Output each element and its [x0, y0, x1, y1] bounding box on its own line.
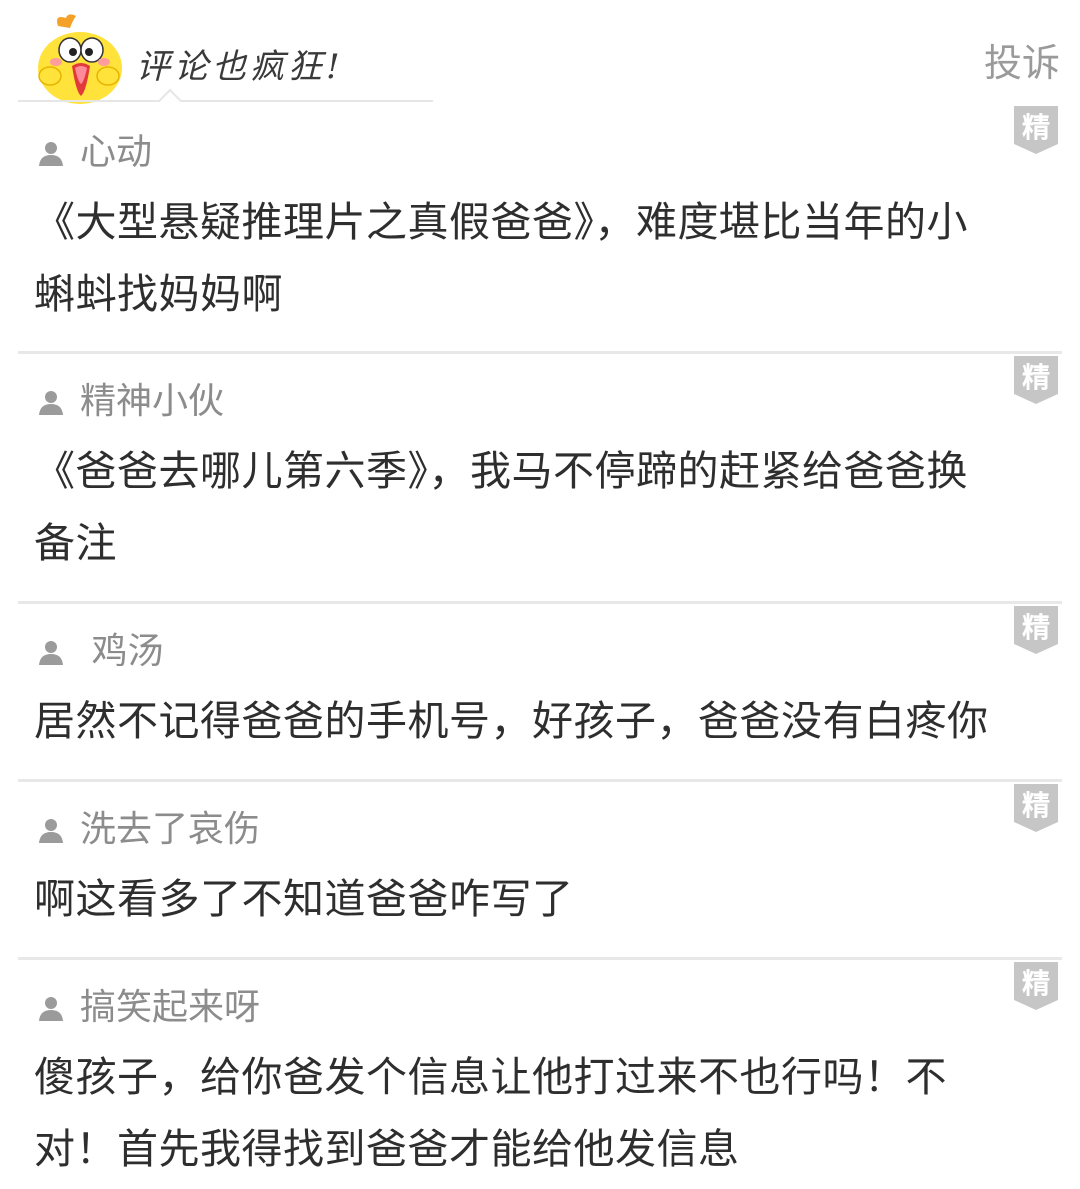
comment-item: 精 鸡汤 居然不记得爸爸的手机号，好孩子，爸爸没有白疼你: [0, 604, 1080, 782]
comment-item: 精 洗去了哀伤 啊这看多了不知道爸爸咋写了: [0, 782, 1080, 960]
author-name[interactable]: 洗去了哀伤: [80, 807, 260, 853]
author-name[interactable]: 心动: [80, 130, 152, 176]
featured-badge-icon: 精: [1014, 106, 1058, 154]
author-row: 鸡汤: [36, 629, 163, 675]
featured-badge-label: 精: [1022, 967, 1050, 1000]
comment-text: 傻孩子，给你爸发个信息让他打过来不也行吗！不 对！首先我得找到爸爸才能给他发信息: [34, 1041, 1054, 1185]
user-icon: [39, 142, 63, 166]
comment-item: 精 心动 《大型悬疑推理片之真假爸爸》，难度堪比当年的小 蝌蚪找妈妈啊: [0, 104, 1080, 354]
featured-badge-icon: 精: [1014, 784, 1058, 832]
comment-text: 居然不记得爸爸的手机号，好孩子，爸爸没有白疼你: [34, 685, 1054, 757]
comment-line: 对！首先我得找到爸爸才能给他发信息: [34, 1125, 740, 1173]
yellow-chick-mascot-icon: [38, 14, 122, 104]
comment-text: 啊这看多了不知道爸爸咋写了: [34, 863, 1054, 935]
comment-line: 蝌蚪找妈妈啊: [34, 270, 283, 318]
user-icon: [39, 819, 63, 843]
featured-badge-icon: 精: [1014, 356, 1058, 404]
author-row: 洗去了哀伤: [36, 807, 260, 853]
comment-line: 《爸爸去哪儿第六季》，我马不停蹄的赶紧给爸爸换: [34, 447, 968, 495]
comment-line: 《大型悬疑推理片之真假爸爸》，难度堪比当年的小: [34, 198, 968, 246]
featured-badge-label: 精: [1022, 361, 1050, 394]
author-row: 精神小伙: [36, 379, 224, 425]
featured-badge-icon: 精: [1014, 962, 1058, 1010]
user-icon: [39, 391, 63, 415]
featured-badge-label: 精: [1022, 111, 1050, 144]
comments-header: 评论也疯狂! 投诉: [0, 0, 1080, 112]
featured-badge-label: 精: [1022, 611, 1050, 644]
author-name[interactable]: 搞笑起来呀: [80, 985, 260, 1031]
author-name[interactable]: 精神小伙: [80, 379, 224, 425]
comment-text: 《爸爸去哪儿第六季》，我马不停蹄的赶紧给爸爸换 备注: [34, 435, 1054, 579]
author-name[interactable]: 鸡汤: [80, 629, 163, 675]
user-icon: [39, 997, 63, 1021]
comment-item: 精 搞笑起来呀 傻孩子，给你爸发个信息让他打过来不也行吗！不 对！首先我得找到爸…: [0, 960, 1080, 1189]
comment-text: 《大型悬疑推理片之真假爸爸》，难度堪比当年的小 蝌蚪找妈妈啊: [34, 186, 1054, 330]
featured-badge-label: 精: [1022, 789, 1050, 822]
author-row: 搞笑起来呀: [36, 985, 260, 1031]
user-icon: [39, 641, 63, 665]
comment-item: 精 精神小伙 《爸爸去哪儿第六季》，我马不停蹄的赶紧给爸爸换 备注: [0, 354, 1080, 604]
comment-line: 傻孩子，给你爸发个信息让他打过来不也行吗！不: [34, 1053, 947, 1101]
report-button[interactable]: 投诉: [984, 38, 1060, 88]
featured-badge-icon: 精: [1014, 606, 1058, 654]
author-row: 心动: [36, 130, 152, 176]
header-divider: [18, 100, 433, 102]
comment-line: 居然不记得爸爸的手机号，好孩子，爸爸没有白疼你: [34, 697, 989, 745]
comment-line: 啊这看多了不知道爸爸咋写了: [34, 875, 574, 923]
comment-line: 备注: [34, 519, 117, 567]
section-title: 评论也疯狂!: [136, 47, 344, 87]
